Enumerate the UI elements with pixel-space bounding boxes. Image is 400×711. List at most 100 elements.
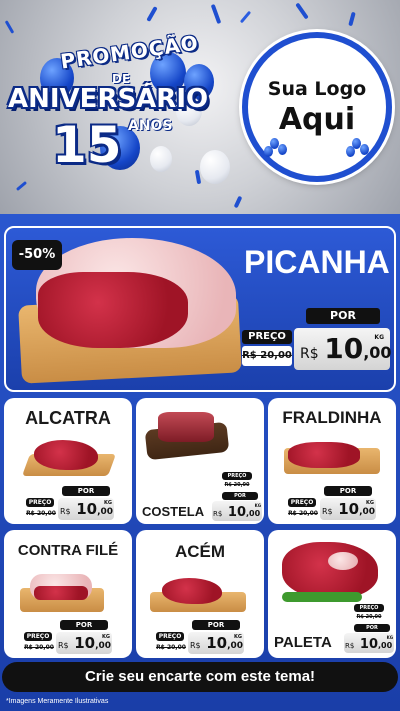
price-label-por: POR — [354, 624, 390, 632]
current-price: R$ 10,00 KG — [294, 328, 392, 370]
meat-image — [34, 586, 88, 600]
old-price: R$ 20,00 — [26, 508, 56, 520]
price-label-preco: PREÇO — [354, 604, 384, 612]
confetti — [233, 195, 243, 209]
price-tag: PREÇO R$ 20,00 POR R$ 10,00 KG — [344, 604, 394, 656]
price-label-preco: PREÇO — [156, 632, 184, 641]
price-tag: PREÇO R$ 20,00 POR R$ 10,00 KG — [212, 472, 262, 522]
confetti — [4, 20, 15, 34]
confetti — [15, 180, 28, 192]
price-integer: 10 — [206, 634, 228, 652]
discount-badge: -50% — [12, 240, 62, 270]
old-price: R$ 20,00 — [24, 642, 54, 654]
featured-product-card[interactable]: PICANHA POR PREÇO R$ 20,00 R$ 10,00 KG — [4, 226, 396, 392]
price-unit: KG — [366, 500, 374, 506]
price-decimal: ,00 — [97, 507, 114, 517]
product-name: COSTELA — [142, 504, 205, 519]
price-currency: R$ — [58, 641, 69, 650]
balloon — [360, 144, 369, 155]
balloon — [150, 146, 172, 172]
price-tag: POR PREÇO R$ 20,00 R$ 10,00 KG — [24, 620, 120, 656]
price-label-por: POR — [60, 620, 108, 630]
price-decimal: ,00 — [246, 509, 261, 518]
meat-image — [158, 412, 214, 442]
price-currency: R$ — [190, 641, 201, 650]
current-price: R$ 10,00 KG — [344, 633, 394, 653]
balloon — [278, 144, 287, 155]
product-name: ALCATRA — [25, 408, 111, 428]
product-card-contra-file[interactable]: CONTRA FILÉ POR PREÇO R$ 20,00 R$ 10,00 … — [4, 530, 132, 658]
meat-image — [34, 440, 98, 470]
price-tag: POR PREÇO R$ 20,00 R$ 10,00 KG — [156, 620, 252, 656]
confetti — [295, 2, 309, 20]
anniversary-number: 15 — [52, 116, 122, 174]
balloon — [346, 146, 355, 157]
old-price: R$ 20,00 — [222, 481, 252, 490]
price-label-por: POR — [222, 492, 258, 500]
product-card-costela[interactable]: COSTELA PREÇO R$ 20,00 POR R$ 10,00 KG — [136, 398, 264, 524]
price-label-por: POR — [306, 308, 380, 324]
balloon — [200, 150, 230, 184]
price-integer: 10 — [74, 634, 96, 652]
old-price: R$ 20,00 — [156, 642, 186, 654]
header-banner: PROMOÇÃO DE ANIVERSÁRIO 15 ANOS Sua Logo… — [0, 0, 400, 215]
price-integer: 10 — [76, 500, 98, 518]
price-unit: KG — [102, 634, 110, 640]
product-card-fraldinha[interactable]: FRALDINHA POR PREÇO R$ 20,00 R$ 10,00 KG — [268, 398, 396, 524]
price-integer: 10 — [324, 332, 364, 365]
price-label-preco: PREÇO — [288, 498, 316, 507]
price-integer: 10 — [359, 637, 378, 652]
balloon — [264, 146, 273, 157]
price-integer: 10 — [227, 505, 246, 520]
old-price: R$ 20,00 — [242, 346, 292, 366]
price-label-preco: PREÇO — [26, 498, 54, 507]
product-name: ACÉM — [174, 542, 226, 561]
price-unit: KG — [254, 503, 261, 508]
logo-placeholder[interactable]: Sua Logo Aqui — [242, 32, 392, 182]
confetti — [146, 6, 158, 22]
price-currency: R$ — [213, 510, 223, 518]
price-unit: KG — [234, 634, 242, 640]
old-price: R$ 20,00 — [354, 613, 384, 622]
product-name: PICANHA — [244, 244, 390, 280]
current-price: R$ 10,00 KG — [188, 632, 244, 654]
price-decimal: ,00 — [363, 343, 392, 362]
product-name: PALETA — [274, 634, 332, 651]
product-card-acem[interactable]: ACÉM POR PREÇO R$ 20,00 R$ 10,00 KG — [136, 530, 264, 658]
price-currency: R$ — [345, 642, 355, 650]
price-label-por: POR — [62, 486, 110, 496]
price-decimal: ,00 — [378, 641, 393, 650]
meat-image — [328, 552, 358, 570]
price-currency: R$ — [60, 507, 71, 516]
product-card-paleta[interactable]: PALETA PREÇO R$ 20,00 POR R$ 10,00 KG — [268, 530, 396, 658]
product-name: CONTRA FILÉ — [17, 542, 119, 559]
price-label-preco: PREÇO — [242, 330, 292, 344]
meat-image — [162, 578, 222, 604]
price-decimal: ,00 — [227, 641, 244, 651]
product-card-alcatra[interactable]: ALCATRA POR PREÇO R$ 20,00 R$ 10,00 KG — [4, 398, 132, 524]
herbs-garnish — [282, 592, 362, 602]
meat-image — [282, 542, 378, 598]
price-currency: R$ — [322, 507, 333, 516]
price-decimal: ,00 — [95, 641, 112, 651]
price-unit: KG — [374, 334, 384, 341]
price-label-por: POR — [324, 486, 372, 496]
price-unit: KG — [104, 500, 112, 506]
old-price: R$ 20,00 — [288, 508, 318, 520]
current-price: R$ 10,00 KG — [212, 501, 262, 521]
logo-text-line2: Aqui — [278, 102, 356, 137]
anniversary-title: ANIVERSÁRIO — [8, 84, 209, 114]
product-name: FRALDINHA — [282, 408, 382, 427]
price-label-preco: PREÇO — [222, 472, 252, 480]
price-tag: POR PREÇO R$ 20,00 R$ 10,00 KG — [240, 308, 392, 376]
price-tag: POR PREÇO R$ 20,00 R$ 10,00 KG — [288, 486, 384, 522]
meat-image — [288, 442, 360, 468]
price-label-preco: PREÇO — [24, 632, 52, 641]
price-unit: KG — [386, 635, 393, 640]
disclaimer-text: *Imagens Meramente Ilustrativas — [6, 698, 109, 705]
price-label-por: POR — [192, 620, 240, 630]
cta-banner[interactable]: Crie seu encarte com este tema! — [2, 662, 398, 692]
current-price: R$ 10,00 KG — [320, 498, 376, 520]
meat-image — [38, 272, 188, 348]
confetti — [348, 11, 356, 27]
